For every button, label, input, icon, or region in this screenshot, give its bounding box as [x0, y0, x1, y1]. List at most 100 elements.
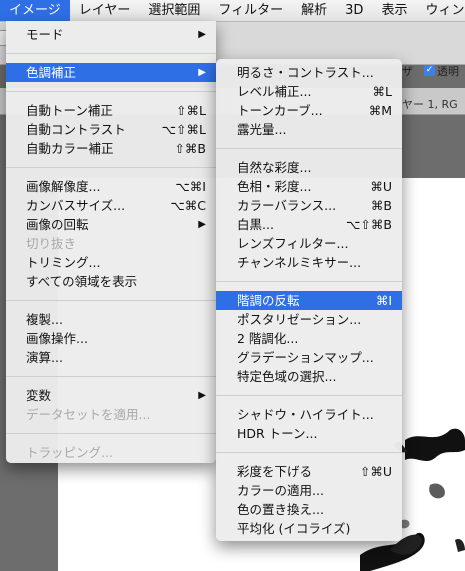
- menubar-window[interactable]: ウィン: [416, 0, 465, 21]
- menu-item-auto-tone[interactable]: 自動トーン補正 ⇧⌘L: [6, 101, 216, 120]
- menu-separator: [6, 91, 216, 92]
- menu-item-label: 演算...: [26, 350, 63, 365]
- menu-item-label: 2 階調化...: [237, 331, 299, 346]
- transparent-label: 透明: [437, 65, 459, 78]
- menu-item-label: 明るさ・コントラスト...: [237, 65, 374, 80]
- menu-item-vibrance[interactable]: 自然な彩度...: [216, 158, 402, 177]
- menu-shortcut: ⌥⌘C: [170, 198, 206, 213]
- menu-item-desaturate[interactable]: 彩度を下げる ⇧⌘U: [216, 462, 402, 481]
- menu-item-reveal-all[interactable]: すべての領域を表示: [6, 272, 216, 291]
- menubar-filter[interactable]: フィルター: [209, 0, 292, 21]
- menu-separator: [6, 167, 216, 168]
- menu-item-channel-mixer[interactable]: チャンネルミキサー...: [216, 253, 402, 272]
- menubar-layer[interactable]: レイヤー: [70, 0, 140, 21]
- menu-item-equalize[interactable]: 平均化 (イコライズ): [216, 519, 402, 538]
- menu-item-label: 画像操作...: [26, 331, 88, 346]
- menu-shortcut: ⌥⌘I: [175, 179, 206, 194]
- menu-item-crop: 切り抜き: [6, 234, 216, 253]
- menu-shortcut: ⌥⇧⌘B: [346, 217, 392, 232]
- menu-shortcut: ⌘U: [370, 179, 392, 194]
- menu-item-label: 特定色域の選択...: [237, 369, 337, 384]
- menu-separator: [216, 281, 402, 282]
- menu-item-label: レンズフィルター...: [237, 236, 349, 251]
- menu-item-label: 階調の反転: [237, 293, 300, 308]
- menu-item-black-white[interactable]: 白黒... ⌥⇧⌘B: [216, 215, 402, 234]
- menu-item-label: モード: [26, 27, 64, 42]
- submenu-arrow-icon: ▶: [198, 390, 206, 401]
- menubar-select[interactable]: 選択範囲: [139, 0, 209, 21]
- menu-item-auto-color[interactable]: 自動カラー補正 ⇧⌘B: [6, 139, 216, 158]
- menu-shortcut: ⌘B: [370, 198, 392, 213]
- menu-item-match-color[interactable]: カラーの適用...: [216, 481, 402, 500]
- menu-item-shadows-highlights[interactable]: シャドウ・ハイライト...: [216, 405, 402, 424]
- menu-item-selective-color[interactable]: 特定色域の選択...: [216, 367, 402, 386]
- adjustments-submenu: 明るさ・コントラスト... レベル補正... ⌘L トーンカーブ... ⌘M 露…: [216, 59, 402, 541]
- menu-separator: [6, 53, 216, 54]
- menu-item-canvas-size[interactable]: カンバスサイズ... ⌥⌘C: [6, 196, 216, 215]
- menu-item-label: 自動カラー補正: [26, 141, 114, 156]
- menubar-3d[interactable]: 3D: [336, 0, 372, 21]
- menu-item-color-balance[interactable]: カラーバランス... ⌘B: [216, 196, 402, 215]
- menu-shortcut: ⌘M: [368, 103, 392, 118]
- menu-separator: [6, 300, 216, 301]
- menu-item-label: トーンカーブ...: [237, 103, 323, 118]
- menu-item-invert[interactable]: 階調の反転 ⌘I: [216, 291, 402, 310]
- menu-item-label: カンバスサイズ...: [26, 198, 126, 213]
- menu-item-hue-saturation[interactable]: 色相・彩度... ⌘U: [216, 177, 402, 196]
- menu-item-levels[interactable]: レベル補正... ⌘L: [216, 82, 402, 101]
- menu-item-trim[interactable]: トリミング...: [6, 253, 216, 272]
- menu-separator: [216, 452, 402, 453]
- menu-item-brightness-contrast[interactable]: 明るさ・コントラスト...: [216, 63, 402, 82]
- menu-item-label: 彩度を下げる: [237, 464, 313, 479]
- document-tab-label[interactable]: ヤー 1, RG: [402, 96, 458, 112]
- menu-item-image-size[interactable]: 画像解像度... ⌥⌘I: [6, 177, 216, 196]
- options-sample-label: ザ: [402, 65, 413, 78]
- menu-item-label: 露光量...: [237, 122, 287, 137]
- menu-shortcut: ⌘L: [372, 84, 392, 99]
- submenu-arrow-icon: ▶: [198, 219, 206, 230]
- menu-item-label: チャンネルミキサー...: [237, 255, 362, 270]
- transparent-checkbox[interactable]: ✓: [424, 65, 435, 76]
- menu-item-apply-data-set: データセットを適用...: [6, 405, 216, 424]
- menu-item-exposure[interactable]: 露光量...: [216, 120, 402, 139]
- menu-item-posterize[interactable]: ポスタリゼーション...: [216, 310, 402, 329]
- menu-item-variables[interactable]: 変数 ▶: [6, 386, 216, 405]
- menu-item-label: 複製...: [26, 312, 63, 327]
- menu-item-label: レベル補正...: [237, 84, 312, 99]
- image-menu: モード ▶ 色調補正 ▶ 自動トーン補正 ⇧⌘L 自動コントラスト ⌥⇧⌘L 自…: [6, 21, 216, 463]
- menu-item-adjustments[interactable]: 色調補正 ▶: [6, 63, 216, 82]
- menu-item-duplicate[interactable]: 複製...: [6, 310, 216, 329]
- menu-shortcut: ⌘I: [375, 293, 392, 308]
- menu-item-photo-filter[interactable]: レンズフィルター...: [216, 234, 402, 253]
- menu-shortcut: ⇧⌘L: [176, 103, 206, 118]
- menu-item-label: HDR トーン...: [237, 426, 318, 441]
- menubar-analysis[interactable]: 解析: [292, 0, 336, 21]
- menu-item-label: ポスタリゼーション...: [237, 312, 362, 327]
- menu-item-trapping: トラッピング...: [6, 443, 216, 462]
- menu-item-replace-color[interactable]: 色の置き換え...: [216, 500, 402, 519]
- menu-item-threshold[interactable]: 2 階調化...: [216, 329, 402, 348]
- menu-item-auto-contrast[interactable]: 自動コントラスト ⌥⇧⌘L: [6, 120, 216, 139]
- menu-item-label: 画像解像度...: [26, 179, 101, 194]
- menu-item-image-rotation[interactable]: 画像の回転 ▶: [6, 215, 216, 234]
- menu-item-label: トラッピング...: [26, 445, 113, 460]
- menu-item-label: データセットを適用...: [26, 407, 151, 422]
- menu-item-gradient-map[interactable]: グラデーションマップ...: [216, 348, 402, 367]
- menu-item-label: シャドウ・ハイライト...: [237, 407, 374, 422]
- menubar-view[interactable]: 表示: [372, 0, 416, 21]
- menu-item-apply-image[interactable]: 画像操作...: [6, 329, 216, 348]
- menu-item-label: 色の置き換え...: [237, 502, 324, 517]
- menu-item-mode[interactable]: モード ▶: [6, 25, 216, 44]
- menu-shortcut: ⌥⇧⌘L: [161, 122, 206, 137]
- menu-item-label: 変数: [26, 388, 52, 403]
- menu-separator: [6, 433, 216, 434]
- menu-separator: [216, 395, 402, 396]
- menu-separator: [6, 376, 216, 377]
- menu-item-label: カラーバランス...: [237, 198, 337, 213]
- menu-item-label: 自動コントラスト: [26, 122, 126, 137]
- menu-item-curves[interactable]: トーンカーブ... ⌘M: [216, 101, 402, 120]
- menu-shortcut: ⇧⌘U: [359, 464, 392, 479]
- menu-item-hdr-toning[interactable]: HDR トーン...: [216, 424, 402, 443]
- menubar-image[interactable]: イメージ: [0, 0, 70, 21]
- menu-item-calculations[interactable]: 演算...: [6, 348, 216, 367]
